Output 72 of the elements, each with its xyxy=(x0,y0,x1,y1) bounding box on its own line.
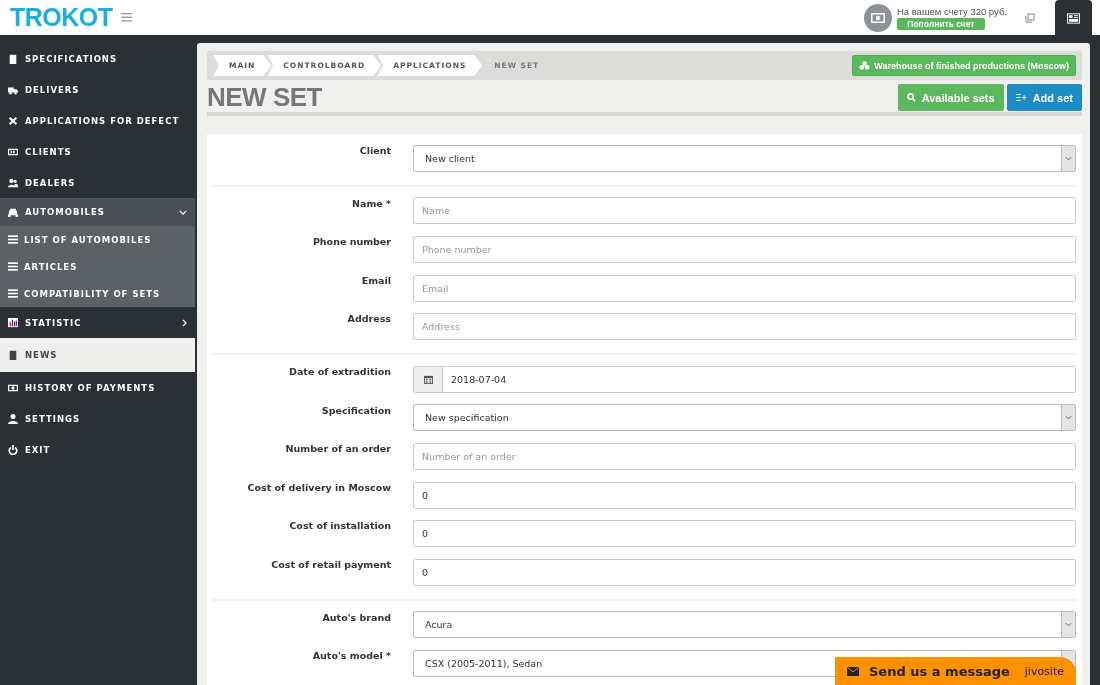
field-label: Specification xyxy=(320,403,392,416)
field-label: Name * xyxy=(351,196,392,209)
chevron-right-icon xyxy=(182,318,187,327)
cubes-icon xyxy=(859,61,871,70)
chevron-down-icon xyxy=(179,209,187,215)
chat-brand: jivosite xyxy=(1024,664,1064,678)
input-field[interactable]: Email xyxy=(413,274,1076,302)
field-label: Cost of installation xyxy=(288,519,392,532)
field-label: Phone number xyxy=(311,235,392,248)
menu-icon[interactable] xyxy=(120,13,132,22)
input-field[interactable]: 0 xyxy=(413,481,1076,509)
field-label: Email xyxy=(360,273,392,286)
chat-toast[interactable]: Send us a message jivosite xyxy=(835,657,1076,685)
field-label: Cost of delivery in Moscow xyxy=(246,480,392,493)
sidebar-item[interactable]: DELIVERS xyxy=(0,74,195,105)
car-icon xyxy=(8,207,18,217)
caret-icon xyxy=(1061,145,1075,171)
caret-icon xyxy=(1061,612,1075,638)
money-icon xyxy=(8,382,18,393)
copy-icon[interactable] xyxy=(1025,12,1035,23)
sidebar-subitem[interactable]: COMPATIBILITY OF SETS xyxy=(0,280,195,307)
chart-icon xyxy=(8,317,18,328)
field-label: Cost of retail payment xyxy=(270,557,392,570)
date-field[interactable]: 2018-07-04 xyxy=(413,365,1076,393)
calendar-icon xyxy=(414,366,443,392)
search-icon xyxy=(906,93,916,102)
field-label: Address xyxy=(346,312,392,325)
sidebar-subitem[interactable]: ARTICLES xyxy=(0,253,195,280)
balance-text: На вашем счету 320 руб. xyxy=(896,5,1007,17)
sidebar-item[interactable]: HISTORY OF PAYMENTS xyxy=(0,372,195,403)
input-field[interactable]: Address xyxy=(413,313,1076,341)
sidebar-item[interactable]: NEWS xyxy=(0,338,195,372)
sidebar-item[interactable]: EXIT xyxy=(0,434,195,465)
field-label: Number of an order xyxy=(284,442,392,455)
input-field[interactable]: 0 xyxy=(413,558,1076,586)
list-icon xyxy=(8,235,18,244)
select-field[interactable]: New client xyxy=(413,144,1076,172)
input-field[interactable]: Phone number xyxy=(413,236,1076,263)
page-title: NEW SET xyxy=(207,82,323,113)
sidebar-item[interactable]: STATISTIC xyxy=(0,307,195,338)
select-field[interactable]: New specification xyxy=(413,404,1076,432)
card-icon xyxy=(8,146,18,157)
clipboard-icon xyxy=(8,53,18,64)
list-icon xyxy=(8,262,18,271)
money-icon xyxy=(863,3,892,32)
card-icon[interactable] xyxy=(1055,0,1092,37)
add-set-button[interactable]: Add set xyxy=(1006,84,1082,111)
envelope-icon xyxy=(847,666,859,676)
field-label: Auto's model * xyxy=(311,649,392,662)
input-field[interactable]: Name xyxy=(413,197,1076,225)
users-icon xyxy=(8,177,18,188)
user-icon xyxy=(8,413,18,424)
sidebar-item[interactable]: APPLICATIONS FOR DEFECT xyxy=(0,105,195,136)
select-field[interactable]: Acura xyxy=(413,611,1076,639)
list-add-icon xyxy=(1015,94,1027,101)
sidebar-item[interactable]: SETTINGS xyxy=(0,403,195,434)
field-label: Auto's brand xyxy=(321,610,392,623)
input-field[interactable]: Number of an order xyxy=(413,442,1076,470)
field-label: Client xyxy=(358,144,392,156)
sidebar-item[interactable]: CLIENTS xyxy=(0,136,195,167)
close-icon xyxy=(8,115,18,126)
power-icon xyxy=(8,444,18,455)
sidebar-subitem[interactable]: LIST OF AUTOMOBILES xyxy=(0,226,195,253)
logo: TROKOT xyxy=(10,3,113,32)
input-field[interactable]: 0 xyxy=(413,520,1076,548)
sidebar-item[interactable]: DEALERS xyxy=(0,167,195,198)
caret-icon xyxy=(1061,405,1075,431)
clipboard-icon xyxy=(8,350,18,360)
field-label: Date of extradition xyxy=(288,364,392,377)
list-icon xyxy=(8,289,18,298)
sidebar-item[interactable]: SPECIFICATIONS xyxy=(0,43,195,74)
sidebar-item[interactable]: AUTOMOBILES xyxy=(0,198,195,226)
